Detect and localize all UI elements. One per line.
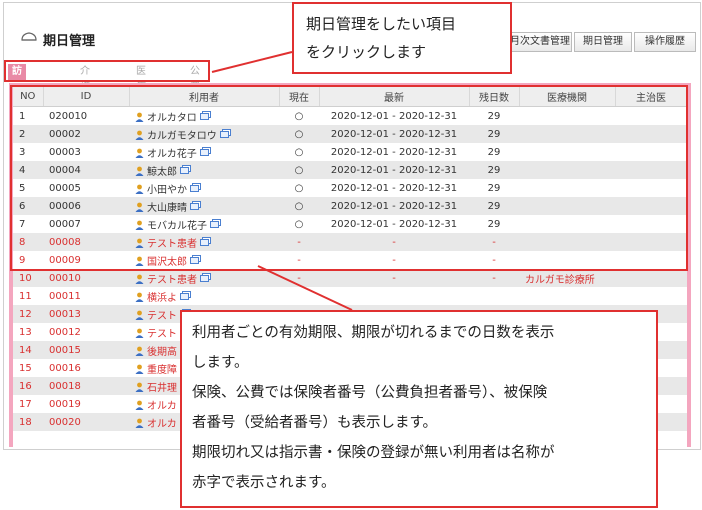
callout-bottom-line: 期限切れ又は指示書・保険の登録が無い利用者は名称が — [192, 445, 555, 461]
callout-top-connector — [211, 51, 293, 73]
callout-click-item: 期日管理をしたい項目 をクリックします — [292, 2, 512, 74]
callout-bottom-connector — [257, 265, 353, 311]
callout-explanation: 利用者ごとの有効期限、期限が切れるまでの日数を表示 します。 保険、公費では保険… — [180, 310, 658, 508]
callout-top-line: 期日管理をしたい項目 — [306, 15, 457, 33]
callout-bottom-line: 利用者ごとの有効期限、期限が切れるまでの日数を表示 — [192, 325, 555, 341]
callout-top-line: をクリックします — [306, 43, 427, 61]
callout-bottom-line: します。 — [192, 355, 249, 371]
callout-bottom-line: 者番号（受給者番号）も表示します。 — [192, 415, 438, 431]
callout-bottom-line: 赤字で表示されます。 — [192, 475, 336, 491]
callout-bottom-line: 保険、公費では保険者番号（公費負担者番号）、被保険 — [192, 385, 548, 401]
